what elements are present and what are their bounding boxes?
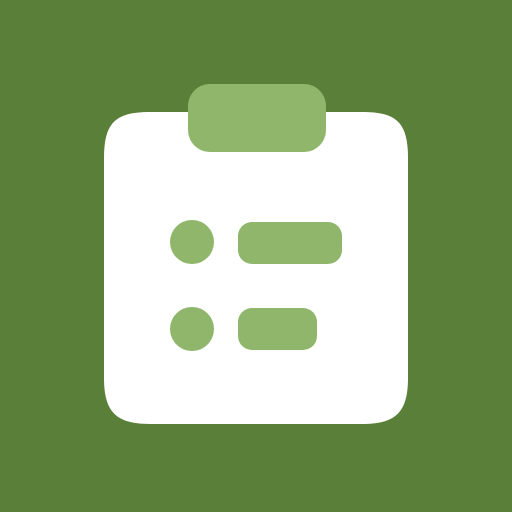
clipboard-checklist-app-icon (0, 0, 512, 512)
clipboard-clip (188, 84, 326, 152)
clipboard-board (104, 112, 408, 424)
checklist-line (238, 222, 342, 264)
checklist-line (238, 308, 317, 350)
clipboard-checklist-icon (0, 0, 512, 512)
checklist-item (170, 307, 317, 351)
checklist-bullet (170, 220, 214, 264)
checklist-bullet (170, 307, 214, 351)
checklist-item (170, 220, 342, 264)
